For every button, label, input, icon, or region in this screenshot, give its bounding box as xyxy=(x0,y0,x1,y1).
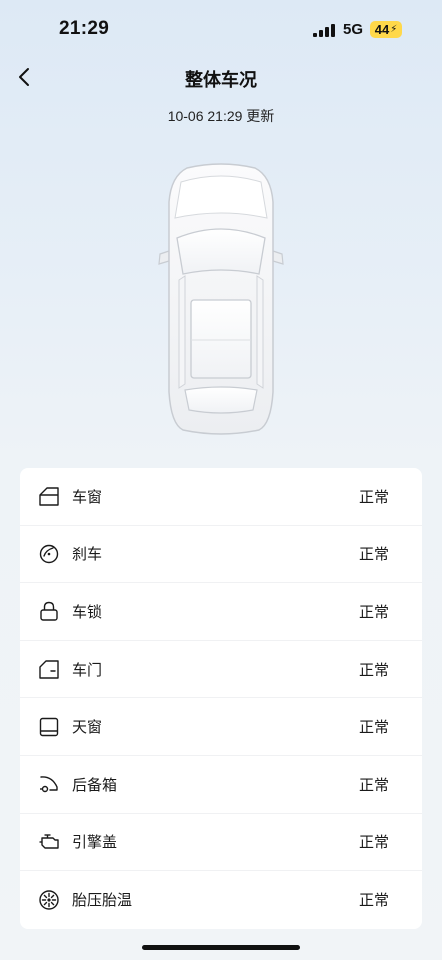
lock-icon xyxy=(38,600,60,622)
status-row-lock[interactable]: 车锁 正常 xyxy=(20,583,422,641)
status-value: 正常 xyxy=(358,834,389,852)
update-timestamp: 10-06 21:29 更新 xyxy=(167,108,275,124)
status-value: 正常 xyxy=(358,892,389,910)
status-value: 正常 xyxy=(358,719,389,737)
status-bar: 21:29 5G 44 ⚡ xyxy=(0,0,442,60)
status-row-brake[interactable]: 刹车 正常 xyxy=(20,526,422,584)
brake-icon xyxy=(38,543,60,565)
status-row-trunk[interactable]: 后备箱 正常 xyxy=(20,756,422,814)
status-row-tire[interactable]: 胎压胎温 正常 xyxy=(20,871,422,929)
status-label: 胎压胎温 xyxy=(72,892,133,910)
status-value: 正常 xyxy=(358,661,389,679)
battery-indicator: 44 ⚡ xyxy=(370,21,402,38)
page-title: 整体车况 xyxy=(185,70,257,90)
status-label: 刹车 xyxy=(72,546,103,564)
status-row-window[interactable]: 车窗 正常 xyxy=(20,468,422,526)
status-row-hood[interactable]: 引擎盖 正常 xyxy=(20,814,422,872)
charging-bolt-icon: ⚡ xyxy=(390,24,398,35)
status-value: 正常 xyxy=(358,546,389,564)
trunk-icon xyxy=(38,773,60,795)
status-label: 天窗 xyxy=(72,719,103,737)
engine-icon xyxy=(38,831,60,853)
status-row-sunroof[interactable]: 天窗 正常 xyxy=(20,698,422,756)
status-label: 引擎盖 xyxy=(72,834,118,852)
status-value: 正常 xyxy=(358,488,389,506)
status-value: 正常 xyxy=(358,776,389,794)
status-label: 车窗 xyxy=(72,488,103,506)
vehicle-status-list: 车窗 正常 刹车 正常 车锁 正常 车门 正常 天窗 正常 后备箱 正常 引擎盖… xyxy=(20,468,422,929)
status-label: 车锁 xyxy=(72,603,103,621)
car-door-icon xyxy=(38,658,60,680)
status-label: 车门 xyxy=(72,661,103,679)
tire-icon xyxy=(38,889,60,911)
car-window-icon xyxy=(38,485,60,507)
sunroof-icon xyxy=(38,716,60,738)
status-value: 正常 xyxy=(358,603,389,621)
network-type: 5G xyxy=(343,21,364,38)
status-row-door[interactable]: 车门 正常 xyxy=(20,641,422,699)
cellular-signal-icon xyxy=(313,24,335,37)
car-illustration xyxy=(155,162,287,438)
status-label: 后备箱 xyxy=(72,776,118,794)
home-indicator[interactable] xyxy=(142,945,300,950)
status-time: 21:29 xyxy=(59,18,110,39)
battery-level: 44 xyxy=(374,22,390,37)
